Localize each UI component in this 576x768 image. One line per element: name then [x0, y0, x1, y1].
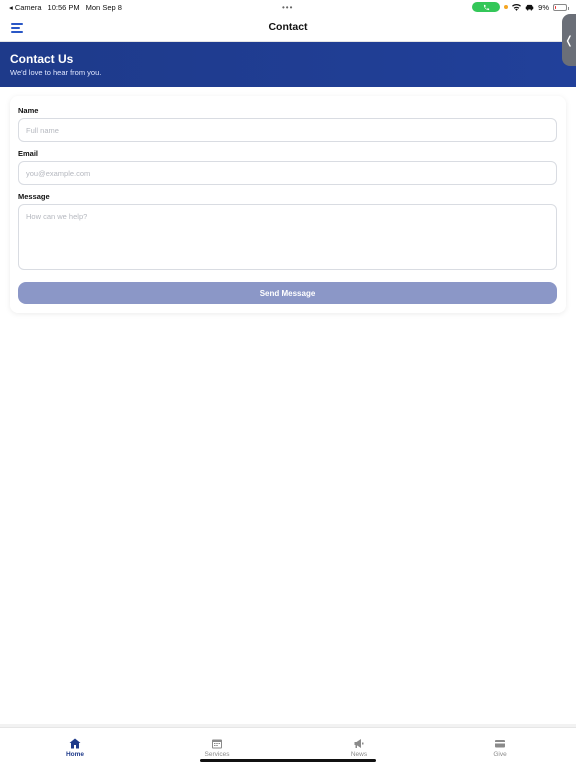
multitasking-dots-icon[interactable]: ••• — [282, 3, 293, 12]
navigation-bar: Contact — [0, 14, 576, 42]
tab-give-label: Give — [493, 751, 507, 758]
status-date: Mon Sep 8 — [85, 3, 122, 12]
name-input[interactable] — [18, 118, 557, 142]
car-icon — [525, 4, 534, 10]
tab-news[interactable]: News — [329, 738, 389, 758]
home-icon — [69, 738, 81, 749]
megaphone-icon — [354, 739, 364, 748]
status-right: 9% — [472, 2, 569, 12]
active-call-icon[interactable] — [472, 2, 501, 12]
tab-home-label: Home — [65, 751, 85, 758]
page-title: Contact — [268, 21, 308, 33]
email-label: Email — [18, 149, 39, 158]
status-left: ◂ Camera 10:56 PM Mon Sep 8 — [9, 3, 122, 12]
battery-level — [555, 5, 556, 9]
contact-form-card: Name Email Message Send Message — [10, 96, 566, 313]
send-message-button[interactable]: Send Message — [18, 282, 557, 304]
banner-title: Contact Us — [10, 52, 74, 66]
status-time: 10:56 PM — [47, 3, 80, 12]
battery-icon — [553, 3, 569, 11]
status-bar: ◂ Camera 10:56 PM Mon Sep 8 ••• 9% — [0, 0, 576, 14]
battery-percent: 9% — [538, 2, 549, 12]
email-input[interactable] — [18, 161, 557, 185]
tab-home[interactable]: Home — [45, 738, 105, 758]
tab-news-label: News — [350, 751, 368, 758]
message-label: Message — [18, 192, 50, 201]
tab-services[interactable]: Services — [187, 738, 247, 758]
name-label: Name — [18, 106, 39, 115]
banner-subtitle: We'd love to hear from you. — [10, 68, 102, 77]
home-indicator[interactable] — [200, 759, 376, 762]
mic-indicator-icon — [504, 5, 509, 9]
card-icon — [495, 740, 505, 748]
wifi-icon — [512, 3, 522, 11]
tab-services-label: Services — [204, 751, 230, 758]
slide-over-handle-icon[interactable]: ❬ — [562, 14, 576, 66]
back-to-app-link[interactable]: ◂ Camera — [9, 3, 42, 12]
message-textarea[interactable] — [18, 204, 557, 270]
contact-banner: Contact Us We'd love to hear from you. — [0, 42, 576, 87]
tab-give[interactable]: Give — [470, 738, 530, 758]
calendar-icon — [212, 739, 222, 749]
